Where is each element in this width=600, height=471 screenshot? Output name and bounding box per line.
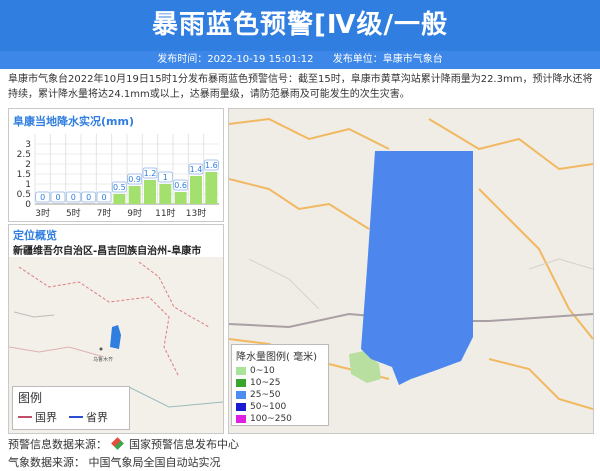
boundary-legend-title: 图例 <box>18 391 43 405</box>
data-label: 0.6 <box>174 181 187 190</box>
bar <box>205 172 218 204</box>
location-path: 新疆维吾尔自治区-昌吉回族自治州-阜康市 <box>13 246 202 257</box>
legend-row-0: 0~10 <box>236 365 324 377</box>
rainfall-chart-panel: 阜康当地降水实况(mm) 0 0.5 1 1.5 2 2.5 3 0 0 0 0 0 0.5 0.9 1.2… <box>8 108 224 222</box>
legend-swatch <box>236 391 246 399</box>
source2-value: 中国气象局全国自动站实况 <box>88 456 221 469</box>
rain-legend-title: 降水量图例( 毫米) <box>236 352 317 363</box>
rain-legend: 降水量图例( 毫米) 0~10 10~25 25~50 50~100 100~2… <box>231 344 329 426</box>
legend-label: 0~10 <box>250 366 275 376</box>
x-tick-label: 3时 <box>35 207 50 219</box>
y-tick-label: 3 <box>25 140 31 150</box>
footer-source-2: 气象数据来源： 中国气象局全国自动站实况 <box>8 454 221 470</box>
x-tick-label: 5时 <box>66 207 81 219</box>
rain-area-main <box>361 151 473 385</box>
y-tick-label: 2.5 <box>17 150 31 160</box>
y-tick-label: 2 <box>25 160 31 170</box>
bar <box>144 180 156 204</box>
meta-bar: 发布时间：2022-10-19 15:01:12 发布单位：阜康市气象台 <box>0 51 600 69</box>
province-border-swatch <box>69 416 83 418</box>
boundary-legend: 图例 国界 省界 <box>12 386 130 430</box>
x-tick-label: 11时 <box>155 207 175 219</box>
warning-description: 阜康市气象台2022年10月19日15时1分发布暴雨蓝色预警信号：截至15时，阜… <box>8 74 593 100</box>
data-label: 0 <box>55 193 60 202</box>
legend-label: 10~25 <box>250 378 281 388</box>
province-border-label: 省界 <box>86 411 108 424</box>
city-label: 乌鲁木齐 <box>93 356 113 363</box>
data-label: 0.9 <box>128 175 141 184</box>
legend-swatch <box>236 367 246 375</box>
publisher: 发布单位：阜康市气象台 <box>332 54 443 65</box>
data-label: 0 <box>40 193 45 202</box>
data-label: 0.5 <box>113 183 126 192</box>
legend-swatch <box>236 379 246 387</box>
rainfall-bar-chart: 00.511.522.530 0 0 0 00.50.91.2 10.61.4 1.63时 5… <box>17 134 219 219</box>
y-tick-label: 1 <box>25 180 31 190</box>
location-title: 定位概览 <box>13 229 57 242</box>
legend-row-2: 25~50 <box>236 389 324 401</box>
data-label: 1.2 <box>144 169 157 178</box>
bar <box>128 186 141 204</box>
data-label: 1.6 <box>205 161 218 170</box>
source1-value: 国家预警信息发布中心 <box>129 438 239 451</box>
bar <box>159 184 172 204</box>
national-border-swatch <box>18 416 32 418</box>
legend-row-4: 100~250 <box>236 413 324 425</box>
bar <box>113 194 126 204</box>
legend-label: 25~50 <box>250 390 281 400</box>
y-tick-label: 0 <box>25 200 31 210</box>
footer-source-1: 预警信息数据来源： 国家预警信息发布中心 <box>8 436 239 452</box>
data-label: 0 <box>86 193 91 202</box>
publish-time: 发布时间：2022-10-19 15:01:12 <box>157 54 314 65</box>
bar <box>174 192 187 204</box>
legend-label: 100~250 <box>250 414 292 424</box>
data-label: 0 <box>101 193 106 202</box>
source1-label: 预警信息数据来源： <box>8 438 107 451</box>
data-label: 0 <box>71 193 76 202</box>
data-label: 1.4 <box>190 165 203 174</box>
legend-label: 50~100 <box>250 402 287 412</box>
page-title: 暴雨蓝色预警[Ⅳ级/一般 <box>0 0 600 51</box>
y-tick-label: 1.5 <box>17 170 31 180</box>
y-tick-label: 0.5 <box>17 190 31 200</box>
x-tick-label: 13时 <box>186 207 206 219</box>
data-label: 1 <box>163 173 168 182</box>
legend-row-3: 50~100 <box>236 401 324 413</box>
national-border-label: 国界 <box>35 411 57 424</box>
legend-row-1: 10~25 <box>236 377 324 389</box>
x-tick-label: 7时 <box>97 207 112 219</box>
x-tick-label: 9时 <box>127 207 142 219</box>
legend-swatch <box>236 403 246 411</box>
diamond-logo-icon <box>110 437 124 450</box>
source2-label: 气象数据来源： <box>8 456 85 469</box>
bar <box>190 176 202 204</box>
legend-swatch <box>236 415 246 423</box>
